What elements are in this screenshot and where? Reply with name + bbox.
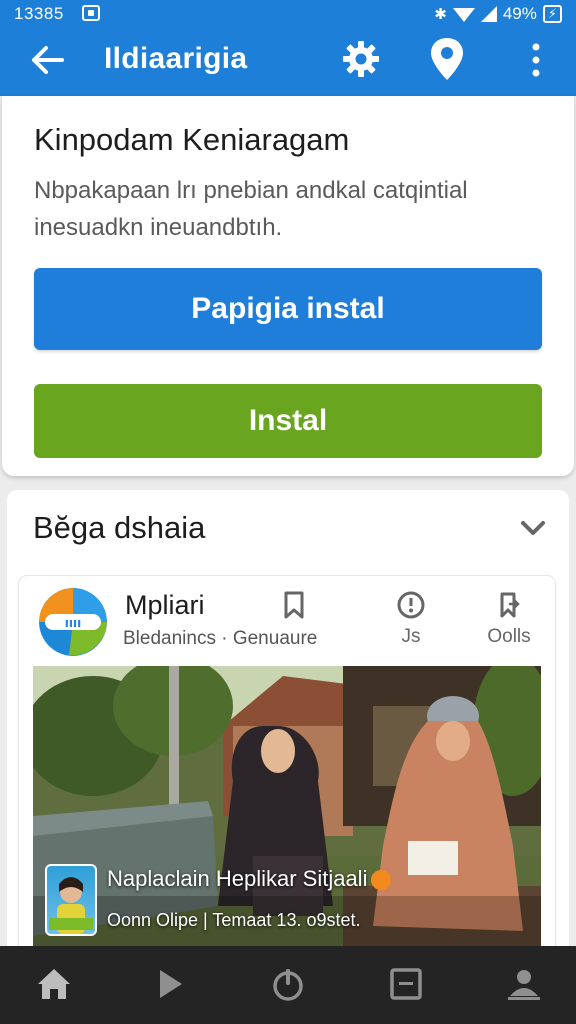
tablet-icon[interactable]	[386, 964, 426, 1004]
battery-percent: 49%	[502, 4, 537, 23]
back-arrow-icon[interactable]	[28, 40, 68, 80]
install-button[interactable]: Instal	[34, 384, 542, 458]
install-card: Kinpodam Keniaragam Nbpakapaan lrı pnebi…	[2, 96, 574, 476]
status-time: 13385	[14, 4, 64, 23]
item-photo[interactable]: Naplaclain Heplikar Sitjaali Oonn Olipe …	[33, 666, 541, 960]
caption-thumbnail	[45, 864, 97, 936]
alert-action[interactable]: Js	[381, 590, 441, 648]
share-icon	[500, 592, 520, 618]
gear-icon[interactable]	[340, 38, 382, 80]
item-meta: Bledanincs · Genuaure	[123, 628, 318, 649]
share-label: Oolls	[487, 626, 531, 647]
more-vert-icon[interactable]	[522, 40, 550, 80]
primary-install-button[interactable]: Papigia instal	[34, 268, 542, 350]
signal-icon	[480, 6, 497, 22]
bookmark-icon	[284, 591, 304, 619]
status-bar: 13385 ✱ 49% ⚡	[0, 0, 576, 28]
alert-circle-icon	[397, 591, 425, 619]
section-card: Bĕga dshaia ıııı Mpliari Bledanincs · Ge…	[7, 490, 569, 960]
install-title: Kinpodam Keniaragam	[34, 122, 350, 157]
wifi-icon	[452, 8, 475, 22]
item-name: Mpliari	[125, 590, 205, 620]
bottom-nav	[0, 946, 576, 1024]
profile-icon[interactable]	[504, 964, 544, 1004]
caption-subtitle: Oonn Olipe | Temaat 13. o9stet.	[107, 910, 361, 930]
share-action[interactable]: Oolls	[479, 590, 539, 648]
chevron-down-icon[interactable]	[521, 520, 545, 536]
bookmark-action[interactable]	[264, 590, 324, 626]
caption-title: Naplaclain Heplikar Sitjaali	[107, 866, 392, 892]
svg-text:ıııı: ıııı	[65, 616, 81, 630]
location-pin-icon[interactable]	[428, 36, 466, 82]
section-title: Bĕga dshaia	[33, 510, 206, 545]
status-icons: ✱ 49% ⚡	[434, 4, 562, 24]
app-title: Ildiaarigia	[104, 42, 248, 75]
home-icon[interactable]	[34, 964, 74, 1004]
battery-icon: ⚡	[542, 5, 562, 23]
alert-label: Js	[401, 626, 421, 647]
bluetooth-icon: ✱	[434, 6, 447, 23]
power-icon[interactable]	[268, 964, 308, 1004]
notification-icon	[82, 5, 100, 21]
app-logo-icon: ıııı	[39, 588, 107, 656]
play-icon[interactable]	[150, 964, 190, 1004]
install-description: Nbpakapaan lrı pnebian andkal catqintial…	[34, 177, 468, 241]
app-bar: Ildiaarigia	[0, 28, 576, 96]
list-item[interactable]: ıııı Mpliari Bledanincs · Genuaure Js Oo…	[19, 576, 555, 960]
caption-badge-icon	[371, 870, 392, 891]
